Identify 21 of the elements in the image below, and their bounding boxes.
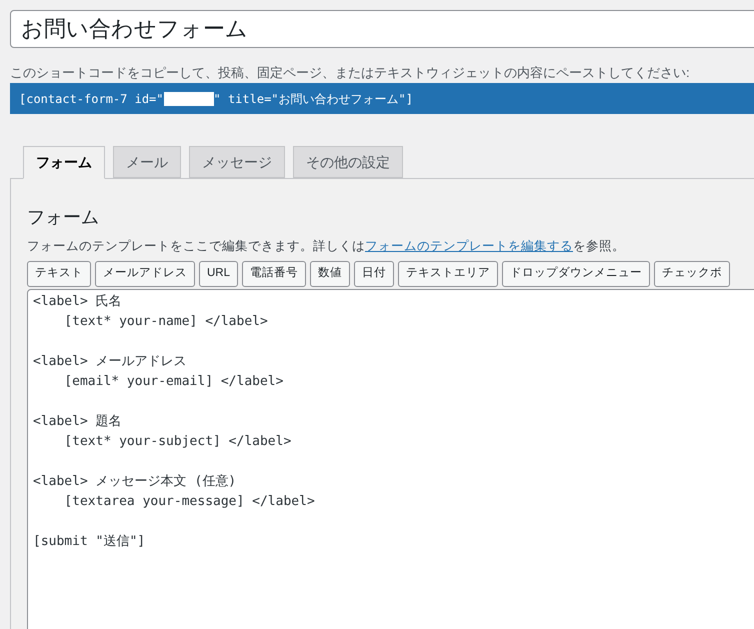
shortcode-hint: このショートコードをコピーして、投稿、固定ページ、またはテキストウィジェットの内容にペーストしてください: [10, 64, 691, 82]
tab[interactable]: フォーム [23, 146, 105, 179]
template-editor[interactable]: <label> 氏名 [text* your-name] </label> <label> メールアドレス [email* your-email] </label> <label> 題名 [text* your-subject] </label> <label> メッセージ本文 (任意) [textarea your-message] </label> [submit "送信"] [27, 289, 754, 629]
shortcode-text: [contact-form-7 id=" [19, 90, 164, 108]
tag-button[interactable]: 電話番号 [242, 261, 306, 287]
tag-button[interactable]: チェックボ [654, 261, 730, 287]
tab[interactable]: メール [113, 146, 181, 178]
panel-description: フォームのテンプレートをここで編集できます。詳しくはフォームのテンプレートを編集する を参照。 [27, 238, 626, 255]
tag-button[interactable]: メールアドレス [95, 261, 195, 287]
shortcode-text: " title="お問い合わせフォーム"] [214, 90, 413, 108]
panel-heading: フォーム [27, 206, 100, 229]
tag-button[interactable]: 数値 [310, 261, 350, 287]
tag-button[interactable]: 日付 [354, 261, 394, 287]
template-help-link[interactable]: フォームのテンプレートを編集する [365, 239, 573, 253]
tag-button[interactable]: テキストエリア [398, 261, 498, 287]
tab[interactable]: その他の設定 [293, 146, 403, 178]
tag-button[interactable]: URL [199, 261, 238, 287]
tab[interactable]: メッセージ [189, 146, 285, 178]
title-field[interactable]: お問い合わせフォーム [10, 10, 754, 48]
tag-button[interactable]: ドロップダウンメニュー [502, 261, 650, 287]
tag-button[interactable]: テキスト [27, 261, 91, 287]
